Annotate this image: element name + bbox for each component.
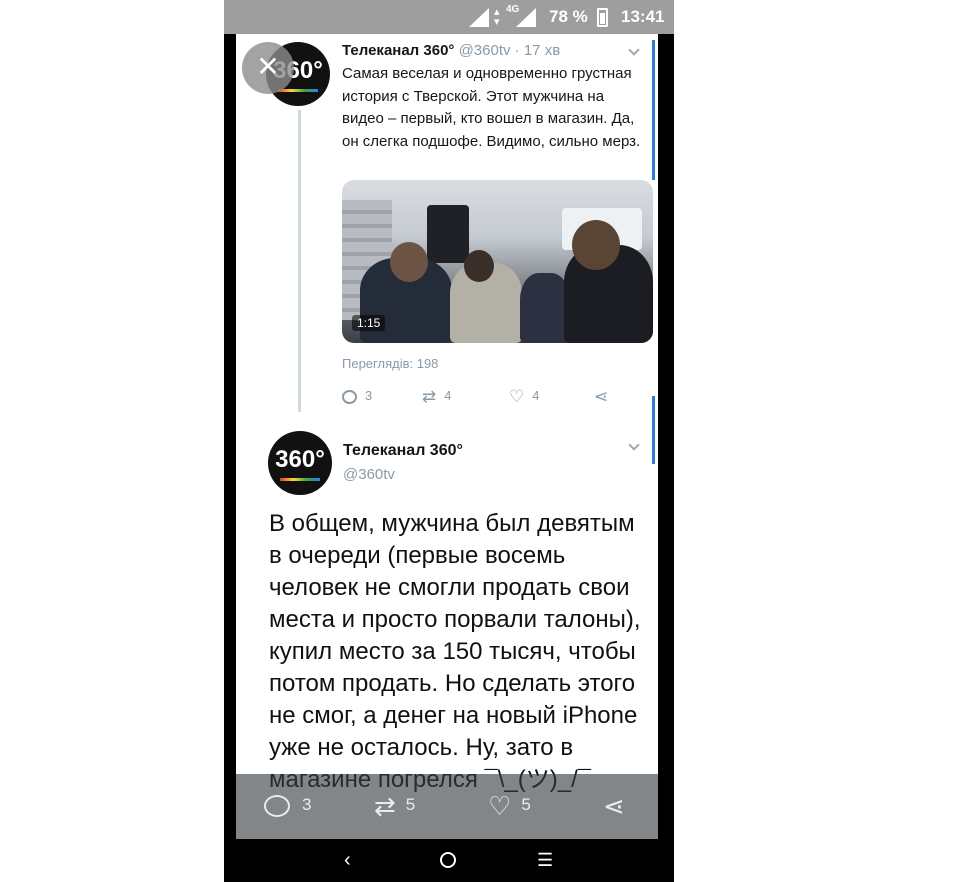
retweet-icon: ⇄ bbox=[422, 386, 437, 406]
retweet-button[interactable]: ⇄ 5 bbox=[374, 792, 415, 819]
tweet-time: 17 хв bbox=[523, 42, 561, 59]
author-name[interactable]: Телеканал 360° bbox=[343, 442, 463, 460]
share-icon: ⋖ bbox=[594, 386, 609, 406]
clock: 13:41 bbox=[621, 7, 665, 26]
author-handle[interactable]: @360tv bbox=[343, 466, 395, 483]
tweet-actions: 3 ⇄ 4 ♡ 4 ⋖ bbox=[236, 386, 658, 408]
data-arrows-icon: ▴ ▾ bbox=[494, 6, 500, 28]
battery-percent: 78 % bbox=[549, 7, 588, 26]
chevron-down-icon[interactable] bbox=[628, 439, 640, 451]
reply-icon bbox=[342, 389, 357, 404]
reply-icon bbox=[264, 794, 290, 817]
tweet-text: Самая веселая и одновременно грустная ис… bbox=[342, 65, 641, 150]
share-button[interactable]: ⋖ bbox=[603, 792, 635, 819]
reply-button[interactable]: 3 bbox=[264, 792, 311, 818]
scroll-indicator bbox=[652, 40, 655, 180]
share-button[interactable]: ⋖ bbox=[594, 386, 616, 407]
chevron-down-icon[interactable] bbox=[628, 44, 640, 56]
heart-icon: ♡ bbox=[509, 386, 525, 406]
menu-icon[interactable]: ☰ bbox=[537, 849, 553, 871]
status-bar: ▴ ▾ 4G 78 % 13:41 bbox=[224, 0, 674, 34]
like-button[interactable]: ♡ 5 bbox=[488, 792, 531, 819]
battery-icon bbox=[597, 8, 608, 27]
share-icon: ⋖ bbox=[603, 790, 625, 821]
camera-shape bbox=[427, 205, 469, 263]
view-count: Переглядів: 198 bbox=[342, 356, 439, 371]
cell-signal-icon bbox=[516, 8, 536, 27]
wifi-signal-icon bbox=[469, 8, 489, 27]
like-button[interactable]: ♡ 4 bbox=[509, 386, 539, 407]
avatar[interactable]: 360° bbox=[268, 431, 332, 495]
back-icon[interactable]: ‹ bbox=[344, 849, 351, 871]
home-icon[interactable] bbox=[440, 852, 456, 868]
close-icon: ✕ bbox=[256, 51, 280, 82]
retweet-icon: ⇄ bbox=[374, 790, 396, 821]
reply-button[interactable]: 3 bbox=[342, 386, 372, 406]
heart-icon: ♡ bbox=[488, 790, 512, 821]
author-name[interactable]: Телеканал 360° bbox=[342, 42, 454, 59]
tweet-text-large: В общем, мужчина был девятым в очереди (… bbox=[269, 510, 641, 793]
phone-frame: ▴ ▾ 4G 78 % 13:41 ✕ 360° Телеканал 360° @… bbox=[224, 0, 674, 882]
action-overlay-bar: 3 ⇄ 5 ♡ 5 ⋖ bbox=[236, 774, 658, 839]
tweet-header: Телеканал 360° @360tv · 17 хв bbox=[342, 42, 561, 59]
thread-connector-line bbox=[298, 110, 301, 412]
retweet-button[interactable]: ⇄ 4 bbox=[422, 386, 451, 407]
tweet-thread-screen[interactable]: ✕ 360° Телеканал 360° @360tv · 17 хв Сам… bbox=[236, 34, 658, 839]
author-handle[interactable]: @360tv bbox=[459, 42, 511, 59]
android-nav-bar: ‹ ☰ bbox=[224, 839, 674, 882]
close-button[interactable]: ✕ bbox=[242, 42, 294, 94]
video-thumbnail[interactable]: 1:15 bbox=[342, 180, 653, 343]
logo-stripe bbox=[278, 89, 318, 92]
logo-stripe bbox=[280, 478, 320, 481]
video-duration: 1:15 bbox=[352, 315, 386, 331]
